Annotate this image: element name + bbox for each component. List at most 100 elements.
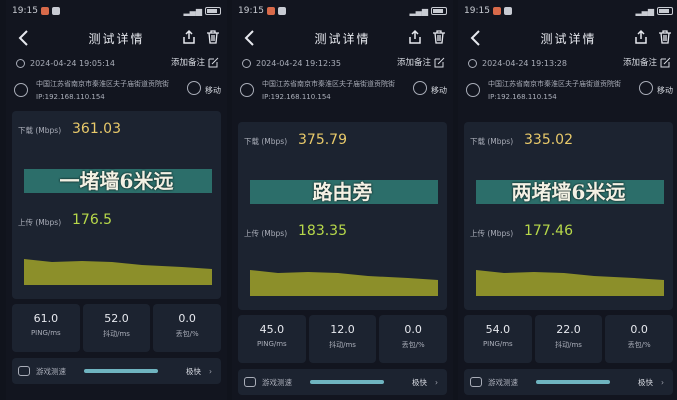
game-speed-row[interactable]: 游戏测速 极快 › (12, 358, 221, 384)
test-datetime: 2024-04-24 19:13:28 (482, 58, 567, 68)
stats-row: 54.0 PING/ms 22.0 抖动/ms 0.0 丢包/% (464, 315, 674, 363)
ping-label: PING/ms (256, 340, 287, 348)
upload-wave (250, 270, 438, 296)
share-icon[interactable] (181, 29, 197, 45)
loss-label: 丢包/% (175, 330, 199, 338)
game-speed-quality: 极快 (186, 366, 201, 376)
clock-icon (16, 58, 25, 68)
clock-icon (242, 58, 251, 68)
notification-icon (277, 7, 286, 15)
add-note-label: 添加备注 (170, 58, 205, 68)
battery-icon (205, 7, 221, 15)
upload-value: 183.35 (298, 223, 347, 239)
location-icon (240, 83, 254, 97)
download-value: 361.03 (72, 121, 121, 137)
chevron-right-icon: › (435, 377, 438, 387)
back-arrow-icon[interactable] (14, 28, 34, 48)
trash-icon[interactable] (205, 29, 221, 45)
stats-row: 45.0 PING/ms 12.0 抖动/ms 0.0 丢包/% (238, 315, 448, 363)
jitter-stat: 12.0 抖动/ms (308, 315, 377, 363)
upload-label: 上传 (Mbps) (18, 218, 62, 227)
ping-value: 45.0 (259, 323, 285, 336)
share-icon[interactable] (633, 29, 649, 45)
upload-label: 上传 (Mbps) (244, 229, 288, 238)
jitter-label: 抖动/ms (103, 330, 130, 338)
signal-icon: ▂▄▆ (409, 6, 428, 16)
back-arrow-icon[interactable] (240, 28, 260, 48)
loss-value: 0.0 (404, 323, 422, 336)
back-arrow-icon[interactable] (466, 28, 486, 48)
add-note-button[interactable]: 添加备注 (171, 56, 219, 68)
test-datetime: 2024-04-24 19:12:35 (256, 58, 341, 68)
trash-icon[interactable] (431, 29, 447, 45)
game-speed-bar (84, 369, 158, 373)
speed-card: 下载 (Mbps) 335.02 上传 (Mbps) 177.46 两堵墙6米远 (464, 122, 673, 310)
jitter-value: 52.0 (104, 312, 129, 325)
notification-icon (492, 7, 501, 15)
ping-label: PING/ms (482, 340, 513, 348)
edit-icon (660, 57, 671, 67)
loss-label: 丢包/% (627, 341, 651, 349)
speed-card: 下载 (Mbps) 375.79 上传 (Mbps) 183.35 路由旁 (238, 122, 447, 310)
battery-icon (657, 7, 673, 15)
status-bar: 19:15 ▂▄▆ (458, 0, 677, 22)
speedtest-panel: 19:15 ▂▄▆ 测试详情 2024-04-24 19:12:35 添加备注 … (232, 0, 453, 400)
clock-icon (468, 58, 477, 68)
status-bar: 19:15 ▂▄▆ (232, 0, 453, 22)
loss-value: 0.0 (630, 323, 648, 336)
notification-icon (51, 7, 60, 15)
gamepad-icon (18, 366, 30, 376)
notification-icon (40, 7, 49, 15)
loss-stat: 0.0 丢包/% (379, 315, 448, 363)
jitter-label: 抖动/ms (555, 341, 582, 349)
ping-value: 54.0 (485, 323, 511, 336)
location-icon (14, 83, 28, 97)
ping-stat: 61.0 PING/ms (12, 304, 80, 352)
jitter-stat: 52.0 抖动/ms (82, 304, 151, 352)
upload-wave (24, 259, 212, 285)
location-info: 中国江苏省南京市秦淮区夫子庙街道贡院街 IP:192.168.110.154 移… (232, 72, 453, 110)
download-label: 下载 (Mbps) (18, 126, 62, 135)
game-speed-quality: 极快 (412, 377, 427, 387)
carrier-label: 移动 (431, 86, 447, 95)
share-icon[interactable] (407, 29, 423, 45)
loss-value: 0.0 (178, 312, 196, 325)
caption-overlay: 一堵墙6米远 (59, 169, 174, 193)
game-speed-row[interactable]: 游戏测速 极快 › (464, 369, 673, 395)
status-time: 19:15 (238, 6, 264, 16)
date-row: 2024-04-24 19:12:35 添加备注 (232, 54, 453, 72)
caption-overlay: 路由旁 (312, 180, 373, 204)
add-note-label: 添加备注 (622, 58, 657, 68)
notification-icon (266, 7, 275, 15)
ping-stat: 45.0 PING/ms (238, 315, 306, 363)
signal-icon: ▂▄▆ (183, 6, 202, 16)
add-note-button[interactable]: 添加备注 (397, 56, 445, 68)
loss-stat: 0.0 丢包/% (153, 304, 222, 352)
battery-icon (431, 7, 447, 15)
chevron-right-icon: › (661, 377, 664, 387)
test-datetime: 2024-04-24 19:05:14 (30, 58, 115, 68)
status-time: 19:15 (12, 6, 38, 16)
globe-icon (187, 81, 201, 95)
speed-card: 下载 (Mbps) 361.03 上传 (Mbps) 176.5 一堵墙6米远 (12, 111, 221, 299)
upload-value: 177.46 (524, 223, 573, 239)
add-note-button[interactable]: 添加备注 (623, 56, 671, 68)
status-bar: 19:15 ▂▄▆ (6, 0, 227, 22)
location-info: 中国江苏省南京市秦淮区夫子庙街道贡院街 IP:192.168.110.154 移… (458, 72, 677, 110)
ping-value: 61.0 (33, 312, 59, 325)
stats-row: 61.0 PING/ms 52.0 抖动/ms 0.0 丢包/% (12, 304, 222, 352)
edit-icon (208, 57, 219, 67)
top-bar: 测试详情 (6, 22, 227, 54)
gamepad-icon (470, 377, 482, 387)
game-speed-bar (536, 380, 610, 384)
trash-icon[interactable] (657, 29, 673, 45)
speedtest-panel: 19:15 ▂▄▆ 测试详情 2024-04-24 19:13:28 添加备注 … (458, 0, 677, 400)
gamepad-icon (244, 377, 256, 387)
speedtest-panel: 19:15 ▂▄▆ 测试详情 2024-04-24 19:05:14 添加备注 … (6, 0, 227, 400)
top-bar: 测试详情 (458, 22, 677, 54)
ping-stat: 54.0 PING/ms (464, 315, 532, 363)
game-speed-row[interactable]: 游戏测速 极快 › (238, 369, 447, 395)
ping-label: PING/ms (30, 329, 61, 337)
caption-overlay: 两堵墙6米远 (511, 180, 626, 204)
upload-wave (476, 270, 664, 296)
